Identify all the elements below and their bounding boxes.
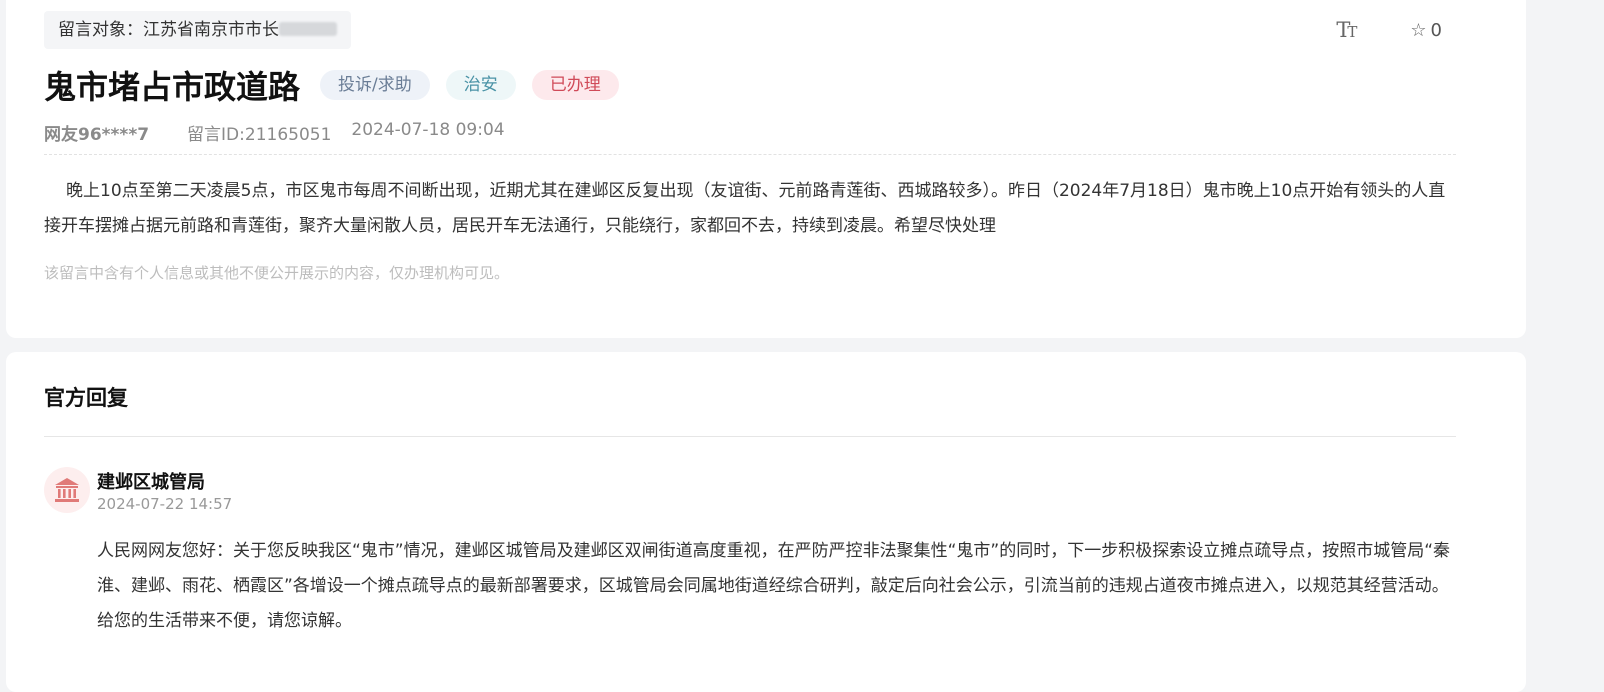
reply-card: 官方回复 建邺区城管局 2024-07-22 14:57 人民网网友您好：关于您… xyxy=(6,352,1526,692)
title-row: 鬼市堵占市政道路 投诉/求助 治安 已办理 xyxy=(44,62,619,108)
reply-body: 人民网网友您好：关于您反映我区“鬼市”情况，建邺区城管局及建邺区双闸街道高度重视… xyxy=(97,541,1451,631)
divider xyxy=(44,154,1456,155)
government-building-icon xyxy=(55,478,79,502)
department-name: 建邺区城管局 xyxy=(97,472,205,493)
tag-type[interactable]: 投诉/求助 xyxy=(320,70,430,100)
message-id: 留言ID:21165051 xyxy=(187,125,332,145)
message-meta: 网友96****7 留言ID:21165051 2024-07-18 09:04 xyxy=(44,120,505,145)
section-title: 官方回复 xyxy=(44,386,128,410)
message-datetime: 2024-07-18 09:04 xyxy=(351,120,505,140)
privacy-note: 该留言中含有个人信息或其他不便公开展示的内容，仅办理机构可见。 xyxy=(44,264,510,282)
favorite-count: 0 xyxy=(1430,19,1442,41)
toolbar: TT ☆ 0 xyxy=(1336,18,1442,42)
message-body: 晚上10点至第二天凌晨5点，市区鬼市每周不间断出现，近期尤其在建邺区反复出现（友… xyxy=(44,181,1446,236)
message-target-label: 留言对象：江苏省南京市市长 xyxy=(58,20,279,40)
page-title: 鬼市堵占市政道路 xyxy=(44,68,301,106)
text-size-icon[interactable]: TT xyxy=(1336,18,1357,42)
avatar xyxy=(44,467,90,513)
divider xyxy=(44,436,1456,437)
tag-category[interactable]: 治安 xyxy=(445,70,516,100)
favorite-button[interactable]: ☆ 0 xyxy=(1410,20,1442,41)
status-badge: 已办理 xyxy=(531,70,619,100)
message-target: 留言对象：江苏省南京市市长 xyxy=(44,11,351,49)
redacted-name xyxy=(279,22,337,36)
reply-date: 2024-07-22 14:57 xyxy=(97,495,233,513)
message-card: 留言对象：江苏省南京市市长 TT ☆ 0 鬼市堵占市政道路 投诉/求助 治安 已… xyxy=(6,0,1526,338)
star-outline-icon: ☆ xyxy=(1410,19,1427,41)
author-name: 网友96****7 xyxy=(44,125,150,145)
